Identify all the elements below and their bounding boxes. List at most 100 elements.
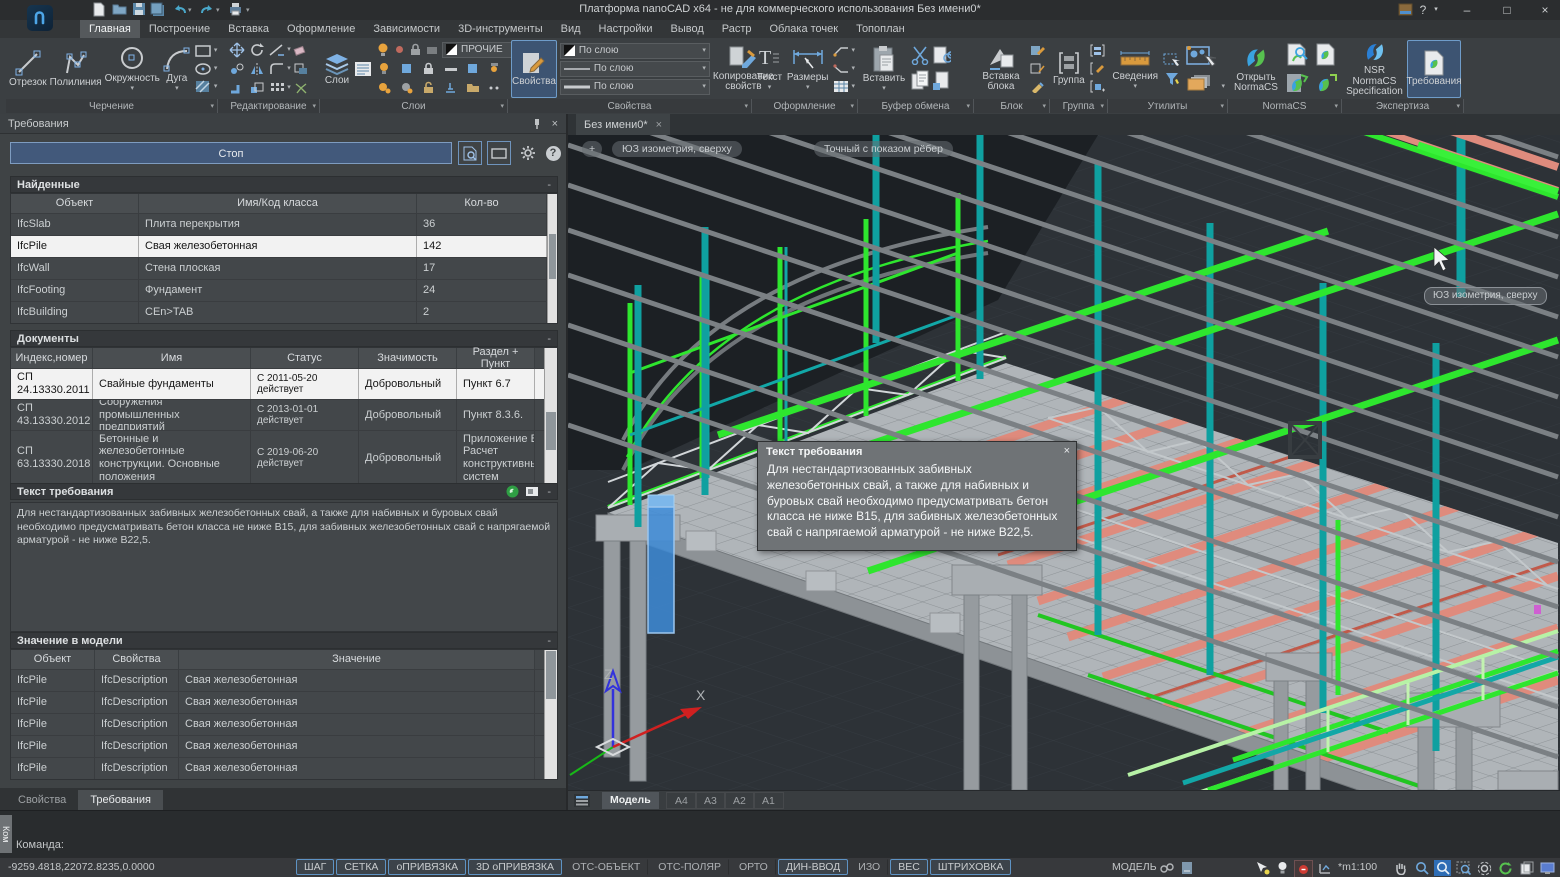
help-circle-icon[interactable]: ?: [541, 141, 565, 165]
pan-hand-icon[interactable]: [1392, 860, 1409, 876]
tab-svoystva[interactable]: Свойства: [6, 790, 78, 810]
table-tool-icon[interactable]: [831, 78, 850, 95]
color-select[interactable]: По слою▾: [560, 43, 710, 59]
info-button[interactable]: Сведения▾: [1111, 47, 1159, 90]
table-row-selected[interactable]: СП 24.13330.2011 Свайные фундаменты С 20…: [11, 369, 544, 400]
layer-paint-icon[interactable]: [485, 60, 504, 77]
table-row-selected[interactable]: IfcPile Свая железобетонная 142: [11, 236, 547, 258]
bulb-red-icon[interactable]: [375, 60, 394, 77]
explode-tool-icon[interactable]: [292, 79, 311, 96]
line-tool[interactable]: Отрезок: [9, 49, 47, 89]
block-edit-icon[interactable]: [1028, 42, 1047, 59]
annotation-link-icon[interactable]: [1158, 860, 1175, 876]
tab-postroenie[interactable]: Построение: [140, 20, 219, 38]
array-tool-icon[interactable]: [267, 79, 286, 96]
ellipse-tool-icon[interactable]: [194, 60, 213, 77]
block-attr-icon[interactable]: [1028, 60, 1047, 77]
orbit-icon[interactable]: [1476, 860, 1493, 876]
requirements-button[interactable]: Требования: [1407, 40, 1461, 98]
normacs-paste-icon[interactable]: [1284, 70, 1310, 96]
stop-button[interactable]: Стоп: [10, 142, 452, 164]
toggle-ots-polyar[interactable]: ОТС-ПОЛЯР: [650, 859, 729, 875]
offset-tool-icon[interactable]: [292, 60, 311, 77]
group-sel-icon[interactable]: [1088, 42, 1107, 59]
arc-tool[interactable]: Дуга▾: [163, 45, 191, 92]
text-tool[interactable]: T Текст▾: [755, 46, 784, 91]
fillet-tool-icon[interactable]: [267, 60, 286, 77]
stretch-tool-icon[interactable]: [227, 79, 246, 96]
section-req-text[interactable]: Текст требования -: [10, 483, 558, 500]
bulb-dim-icon[interactable]: [397, 79, 416, 96]
tab-a4[interactable]: A4: [666, 792, 697, 809]
tab-topoplan[interactable]: Топоплан: [847, 20, 914, 38]
bulb-blue-icon[interactable]: [397, 60, 416, 77]
visual-style-pill[interactable]: Точный с показом рёбер: [814, 141, 953, 157]
scale-tool-icon[interactable]: [247, 79, 266, 96]
table-row[interactable]: IfcSlab Плита перекрытия 36: [11, 214, 547, 236]
pin-icon[interactable]: [532, 114, 542, 137]
layer-box-icon[interactable]: [463, 60, 482, 77]
copy-link-icon[interactable]: [932, 44, 951, 66]
circle-tool[interactable]: Окружность▾: [105, 45, 160, 92]
regen-icon[interactable]: [1497, 860, 1514, 876]
tab-a2[interactable]: A2: [724, 792, 755, 809]
copy-base-icon[interactable]: [932, 69, 951, 93]
rectangle-tool-icon[interactable]: [194, 42, 213, 59]
trim-tool-icon[interactable]: [267, 41, 286, 58]
collapse-icon[interactable]: -: [547, 486, 551, 498]
report-button[interactable]: [458, 141, 482, 165]
move-tool-icon[interactable]: [227, 41, 246, 58]
insert-block-button[interactable]: Вставка блока: [977, 45, 1025, 93]
layer-dots-icon[interactable]: [485, 79, 504, 96]
lineweight-select[interactable]: По слою▾: [560, 79, 710, 95]
tooltip-close-icon[interactable]: ×: [1064, 445, 1070, 457]
rotate-tool-icon[interactable]: [247, 41, 266, 58]
tab-a3[interactable]: A3: [695, 792, 726, 809]
tab-trebovaniya[interactable]: Требования: [78, 790, 163, 810]
tab-vid[interactable]: Вид: [552, 20, 590, 38]
settings-gear-icon[interactable]: [516, 141, 540, 165]
document-tab-close-icon[interactable]: ×: [656, 119, 662, 131]
properties-panel-button[interactable]: Свойства: [511, 40, 557, 98]
block-brush-icon[interactable]: [1028, 78, 1047, 95]
section-model-value[interactable]: Значение в модели-: [10, 632, 558, 649]
filter-icon[interactable]: [1162, 70, 1181, 87]
recording-indicator-icon[interactable]: [1294, 860, 1313, 877]
annotation-scale-icon[interactable]: [1178, 860, 1195, 876]
normacs-export-icon[interactable]: [1313, 70, 1339, 96]
tab-vyvod[interactable]: Вывод: [661, 20, 712, 38]
hatch-tool-icon[interactable]: [194, 78, 213, 95]
fullscreen-display-icon[interactable]: [1539, 860, 1556, 876]
table-row[interactable]: СП 43.13330.2012 Сооружения промышленных…: [11, 400, 544, 431]
close-button[interactable]: ×: [1530, 0, 1560, 20]
bulb-walk-icon[interactable]: [375, 79, 394, 96]
lock-open-icon[interactable]: [419, 79, 438, 96]
normacs-doc-icon[interactable]: [1313, 42, 1339, 68]
tab-zavisimosti[interactable]: Зависимости: [364, 20, 449, 38]
section-documents[interactable]: Документы-: [10, 330, 558, 347]
model-table-scrollbar[interactable]: [544, 650, 557, 779]
normacs-find-doc-icon[interactable]: [1284, 42, 1310, 68]
copy-sheet-icon[interactable]: [1518, 860, 1535, 876]
tab-3d-instrumenty[interactable]: 3D-инструменты: [449, 20, 552, 38]
toggle-3d-oprivyazka[interactable]: 3D оПРИВЯЗКА: [468, 859, 562, 875]
zoom-extents-icon[interactable]: [1455, 860, 1472, 876]
show-frame-button[interactable]: [487, 141, 511, 165]
toggle-shag[interactable]: ШАГ: [296, 859, 334, 875]
layer-list-icon[interactable]: [354, 60, 372, 77]
open-normacs-button[interactable]: Открыть NormaCS: [1231, 44, 1281, 94]
command-prompt[interactable]: Команда:: [16, 839, 64, 851]
layer-on-bulb-icon[interactable]: [375, 41, 390, 58]
cut-icon[interactable]: [910, 44, 929, 66]
select-similar-icon[interactable]: [1162, 51, 1181, 68]
tab-vstavka[interactable]: Вставка: [219, 20, 278, 38]
quick-select-icon[interactable]: [1184, 44, 1218, 70]
table-row[interactable]: IfcPile IfcDescription Свая железобетонн…: [11, 736, 544, 758]
table-row[interactable]: IfcWall Стена плоская 17: [11, 258, 547, 280]
graph-levels-icon[interactable]: [1316, 860, 1333, 876]
panel-close-icon[interactable]: ×: [552, 114, 558, 134]
tab-oblaka-tochek[interactable]: Облака точек: [761, 20, 848, 38]
table-row[interactable]: СП 63.13330.2018 Бетонные и железобетонн…: [11, 431, 544, 485]
tab-a1[interactable]: A1: [753, 792, 784, 809]
layer-freeze-icon[interactable]: [393, 41, 405, 58]
